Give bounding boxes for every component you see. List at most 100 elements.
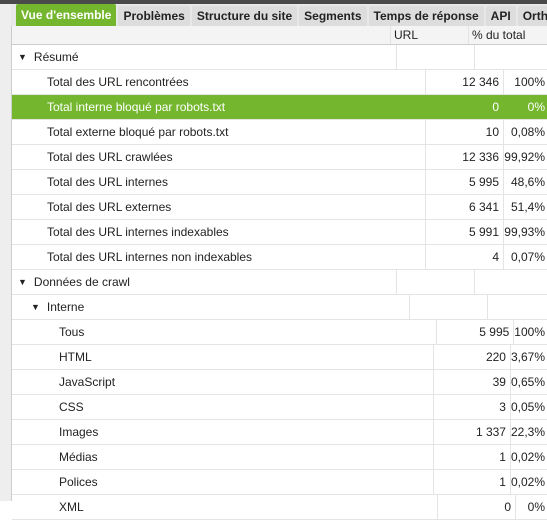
row-label-cell: Tous [12,320,437,344]
tab-5[interactable]: API [485,6,516,26]
row-label-cell: CSS [12,395,434,419]
url-count-cell [397,270,475,294]
pct-total-cell [475,45,547,69]
table-row[interactable]: Total des URL crawlées 12 336 99,92% [12,145,547,170]
url-count-cell: 1 [434,445,511,469]
row-label-cell: Total interne bloqué par robots.txt [12,95,426,119]
row-label-cell: HTML [12,345,434,369]
row-label: Total des URL crawlées [47,150,173,164]
row-label: JavaScript [59,375,116,389]
pct-total-cell [475,270,547,294]
pct-total-cell: 0% [527,500,545,514]
url-count-cell: 4 [426,245,504,269]
url-count-cell [410,295,488,319]
pct-total-cell: 51,4% [510,200,545,214]
row-label: Total des URL internes [47,175,168,189]
table-row[interactable]: Total des URL internes non indexables 4 0,… [12,245,547,270]
table-row[interactable]: JavaScript 39 0,65% [12,370,547,395]
url-count-cell: 0 [438,495,516,519]
pct-total-cell: 0,05% [510,400,545,414]
row-label-cell: Total des URL internes [12,170,426,194]
table-row[interactable]: Médias 1 0,02% [12,445,547,470]
row-label-cell: Total des URL internes indexables [12,220,426,244]
url-count-cell: 0 [426,95,504,119]
row-label-cell: Total externe bloqué par robots.txt [12,120,426,144]
expand-triangle-icon[interactable]: ▼ [31,302,40,312]
table-row[interactable]: Tous 5 995 100% [12,320,547,345]
tab-1[interactable]: Problèmes [118,6,190,26]
url-count-cell: 5 991 [426,220,504,244]
url-count-cell: 12 346 [426,70,504,94]
left-panel-edge [0,4,12,501]
row-label: CSS [59,400,84,414]
row-label-cell: Total des URL externes [12,195,426,219]
url-count-cell: 12 336 [426,145,504,169]
row-label-cell: XML [12,495,438,519]
row-label-cell: ▼ Résumé [12,45,397,69]
url-count-cell: 10 [426,120,504,144]
url-count-cell: 6 341 [426,195,504,219]
row-label: Total des URL internes non indexables [47,250,253,264]
pct-total-cell: 100% [514,75,545,89]
row-label-cell: Total des URL crawlées [12,145,426,169]
table-row[interactable]: Total externe bloqué par robots.txt 10 0,0… [12,120,547,145]
pct-total-cell: 0,65% [510,375,545,389]
pct-total-cell: 0,07% [510,250,545,264]
table-row[interactable]: Total interne bloqué par robots.txt 0 0% [12,95,547,120]
pct-total-cell: 100% [514,325,545,339]
row-label: Total des URL rencontrées [47,75,189,89]
table-row[interactable]: Total des URL rencontrées 12 346 100% [12,70,547,95]
row-label-cell: Polices [12,470,434,494]
table-row[interactable]: XML 0 0% [12,495,547,520]
group-row[interactable]: ▼ Interne [12,295,547,320]
url-count-cell: 1 [434,470,511,494]
url-column-header[interactable]: URL [391,26,469,44]
table-row[interactable]: Total des URL externes 6 341 51,4% [12,195,547,220]
pct-total-cell: 99,93% [504,225,545,239]
expand-triangle-icon[interactable]: ▼ [18,277,27,287]
row-label: Tous [59,325,85,339]
tab-0[interactable]: Vue d'ensemble [16,4,117,26]
tab-2[interactable]: Structure du site [191,6,298,26]
pct-total-cell: 0% [527,100,545,114]
url-count-cell: 220 [434,345,511,369]
group-row[interactable]: ▼ Données de crawl [12,270,547,295]
overview-table: URL % du total ▼ Résumé Total des URL renc… [12,26,547,520]
row-label-cell: ▼ Données de crawl [12,270,397,294]
tab-3[interactable]: Segments [299,6,367,26]
table-row[interactable]: Total des URL internes indexables 5 991 99… [12,220,547,245]
table-row[interactable]: Images 1 337 22,3% [12,420,547,445]
url-count-cell: 5 995 [437,320,515,344]
table-header: URL % du total [12,26,547,45]
row-label: Total interne bloqué par robots.txt [47,100,226,114]
expand-triangle-icon[interactable]: ▼ [18,52,27,62]
row-label-cell: Images [12,420,434,444]
row-label: Résumé [33,50,79,64]
row-label-cell: JavaScript [12,370,434,394]
row-label: Total des URL internes indexables [47,225,229,239]
row-label: Données de crawl [33,275,130,289]
row-label: Médias [59,450,98,464]
pct-total-cell: 22,3% [510,425,545,439]
label-column-header[interactable] [12,26,391,44]
pct-column-header[interactable]: % du total [469,26,547,44]
row-label: Interne [46,300,85,314]
group-row[interactable]: ▼ Résumé [12,45,547,70]
row-label-cell: Total des URL rencontrées [12,70,426,94]
tab-6[interactable]: Ortho [517,6,547,26]
row-label: Polices [59,475,98,489]
row-label: Images [59,425,99,439]
pct-total-cell: 0,02% [510,475,545,489]
table-row[interactable]: HTML 220 3,67% [12,345,547,370]
table-row[interactable]: CSS 3 0,05% [12,395,547,420]
table-row[interactable]: Total des URL internes 5 995 48,6% [12,170,547,195]
row-label-cell: ▼ Interne [12,295,410,319]
pct-total-cell: 48,6% [510,175,545,189]
tab-4[interactable]: Temps de réponse [368,6,484,26]
row-label: HTML [59,350,92,364]
url-count-cell [397,45,475,69]
row-label: XML [59,500,84,514]
tab-bar: Vue d'ensemble Problèmes Structure du site… [11,4,547,26]
table-row[interactable]: Polices 1 0,02% [12,470,547,495]
row-label: Total des URL externes [47,200,172,214]
